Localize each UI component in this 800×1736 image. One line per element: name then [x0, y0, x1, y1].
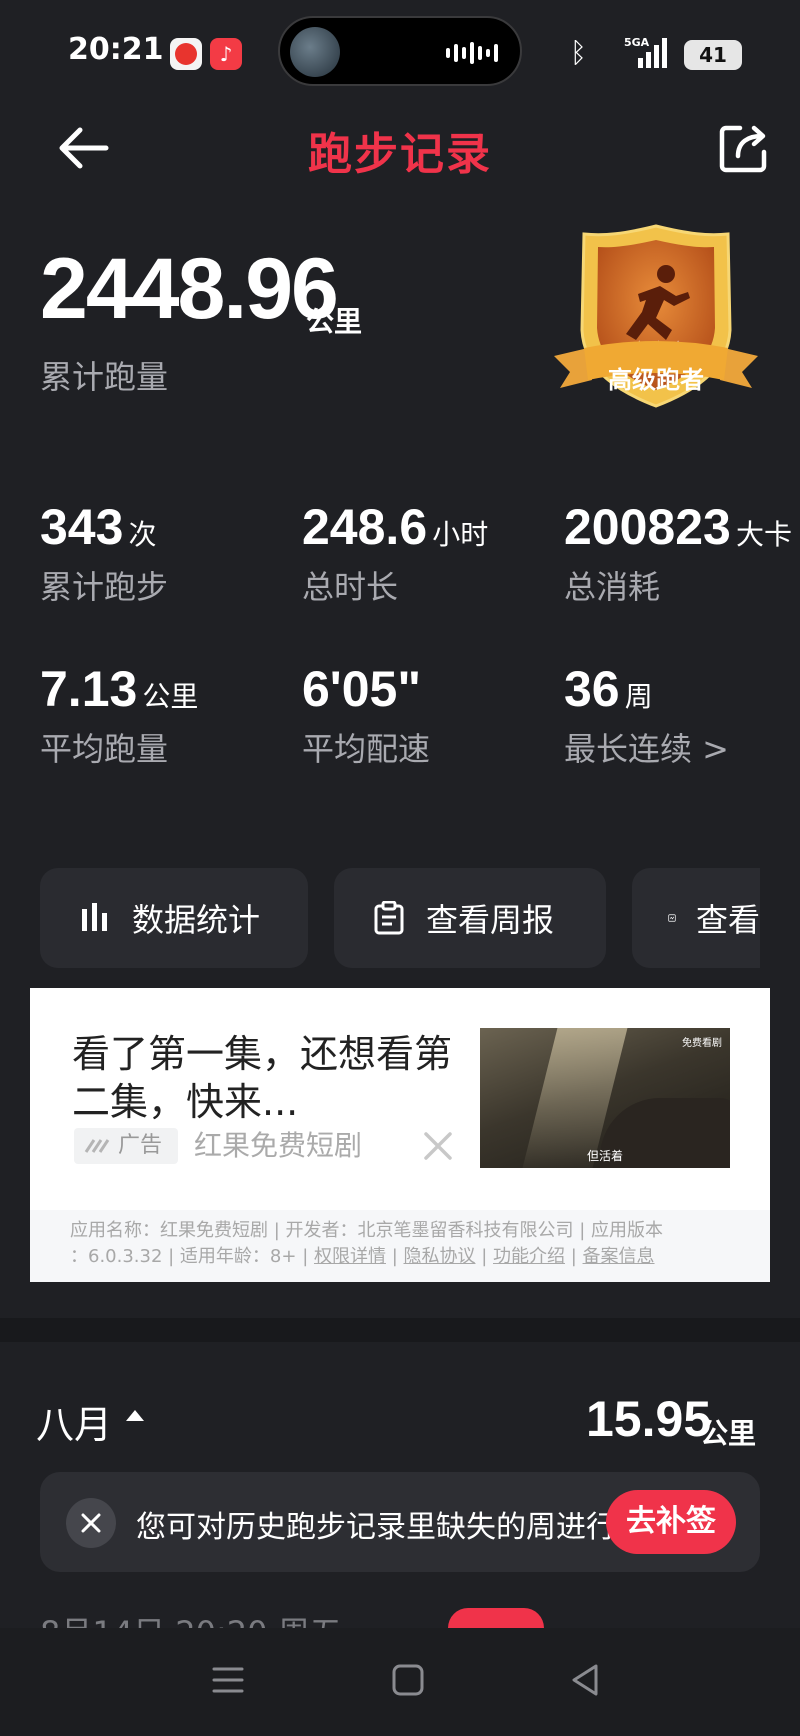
music-app-icon: ♪ — [210, 38, 242, 70]
stat-value: 36 — [564, 661, 620, 717]
app-notification-icon — [170, 38, 202, 70]
caret-up-icon[interactable] — [124, 1408, 146, 1422]
stat-unit: 小时 — [432, 518, 489, 551]
badge-label: 高级跑者 — [608, 366, 704, 394]
stat-value: 343 — [40, 499, 124, 555]
filing-info-link[interactable]: 备案信息 — [583, 1246, 655, 1267]
permission-details-link[interactable]: 权限详情 — [314, 1246, 386, 1267]
data-statistics-label: 数据统计 — [132, 901, 261, 939]
stat-longest-streak[interactable]: 36 周 — [564, 664, 653, 715]
total-distance-label: 累计跑量 — [40, 358, 169, 396]
weekly-report-label: 查看周报 — [426, 901, 555, 939]
run-record-date: 8月14日 20:20 周五 — [40, 1608, 342, 1628]
toast-message: 您可对历史跑步记录里缺失的周进行 — [136, 1510, 616, 1545]
stat-label: 总时长 — [302, 568, 399, 606]
stat-label: 累计跑步 — [40, 568, 169, 606]
chart-doc-icon — [668, 914, 676, 922]
weekly-report-button[interactable]: 查看周报 — [334, 868, 606, 968]
ad-tag-label: 广告 — [118, 1133, 163, 1158]
ad-close-icon[interactable] — [418, 1126, 458, 1166]
stat-value: 200823 — [564, 499, 731, 555]
ad-disclosure: 应用名称：红果免费短剧 | 开发者：北京笔墨留香科技有限公司 | 应用版本 ：6… — [30, 1210, 770, 1282]
section-divider — [0, 1318, 800, 1342]
stat-total-runs: 343 次 — [40, 502, 157, 553]
view-more-label: 查看 — [695, 901, 760, 939]
ad-headline[interactable]: 看了第一集，还想看第二集，快来... — [72, 1030, 452, 1126]
stat-unit: 大卡 — [735, 518, 792, 551]
stat-label: 平均配速 — [302, 730, 431, 768]
longest-streak-link[interactable]: 最长连续 > — [564, 724, 729, 770]
ad-image-brand: 免费看剧 — [682, 1038, 722, 1049]
total-distance-unit: 公里 — [306, 305, 363, 338]
stat-unit: 周 — [624, 680, 653, 713]
data-statistics-button[interactable]: 数据统计 — [40, 868, 308, 968]
clipboard-icon — [374, 901, 404, 935]
dynamic-island[interactable] — [278, 16, 522, 86]
privacy-policy-link[interactable]: 隐私协议 — [404, 1246, 476, 1267]
stat-total-calories: 200823 大卡 — [564, 502, 792, 553]
ad-disclosure-line2: ：6.0.3.32 | 适用年龄：8+ | — [70, 1246, 314, 1267]
ad-logo-icon — [84, 1139, 110, 1153]
feature-intro-link[interactable]: 功能介绍 — [493, 1246, 565, 1267]
total-distance-value: 2448.96 — [40, 241, 339, 337]
audio-wave-icon — [446, 42, 498, 64]
stat-total-time: 248.6 小时 — [302, 502, 488, 553]
stat-label: 平均跑量 — [40, 730, 169, 768]
network-label: 5GA — [624, 36, 650, 49]
run-record-row[interactable]: 8月14日 20:20 周五 — [0, 1608, 800, 1628]
bar-chart-icon — [82, 903, 107, 931]
close-icon — [81, 1513, 101, 1533]
system-nav-bar — [0, 1628, 800, 1736]
back-icon[interactable] — [566, 1660, 606, 1700]
stat-avg-pace: 6'05" — [302, 664, 421, 714]
ad-image[interactable]: 免费看剧 但活着 — [480, 1028, 730, 1168]
stat-unit: 次 — [128, 518, 157, 551]
signal-icon: 5GA — [624, 36, 667, 68]
share-icon[interactable] — [716, 120, 772, 176]
view-more-button[interactable]: 查看 — [632, 868, 760, 968]
stat-value: 7.13 — [40, 661, 138, 717]
page-title: 跑步记录 — [308, 129, 492, 180]
ai-analysis-badge[interactable] — [448, 1608, 544, 1628]
toast-close-button[interactable] — [66, 1498, 116, 1548]
makeup-toast: 您可对历史跑步记录里缺失的周进行 去补签 — [40, 1472, 760, 1572]
stat-label: 总消耗 — [564, 568, 661, 606]
home-icon[interactable] — [388, 1660, 428, 1700]
battery-indicator: 41 — [684, 40, 742, 70]
month-distance-value: 15.95 — [586, 1391, 712, 1447]
menu-icon[interactable] — [208, 1660, 248, 1700]
ad-image-caption: 但活着 — [586, 1149, 623, 1163]
stat-value: 6'05" — [302, 661, 422, 717]
ad-app-name: 红果免费短剧 — [194, 1129, 363, 1162]
month-distance-unit: 公里 — [700, 1417, 757, 1450]
stat-unit: 公里 — [142, 680, 199, 713]
bluetooth-icon: ᛒ — [570, 36, 587, 69]
ad-tag: 广告 — [74, 1128, 178, 1164]
ad-card[interactable]: 看了第一集，还想看第二集，快来... 广告 红果免费短剧 免费看剧 但活着 应用… — [30, 988, 770, 1282]
month-selector[interactable]: 八月 — [36, 1394, 112, 1449]
stat-value: 248.6 — [302, 499, 428, 555]
stat-avg-distance: 7.13 公里 — [40, 664, 198, 715]
ad-disclosure-line1: 应用名称：红果免费短剧 | 开发者：北京笔墨留香科技有限公司 | 应用版本 — [70, 1220, 664, 1241]
status-time: 20:21 — [68, 32, 164, 67]
media-thumbnail — [290, 27, 340, 77]
makeup-checkin-button[interactable]: 去补签 — [606, 1490, 736, 1554]
